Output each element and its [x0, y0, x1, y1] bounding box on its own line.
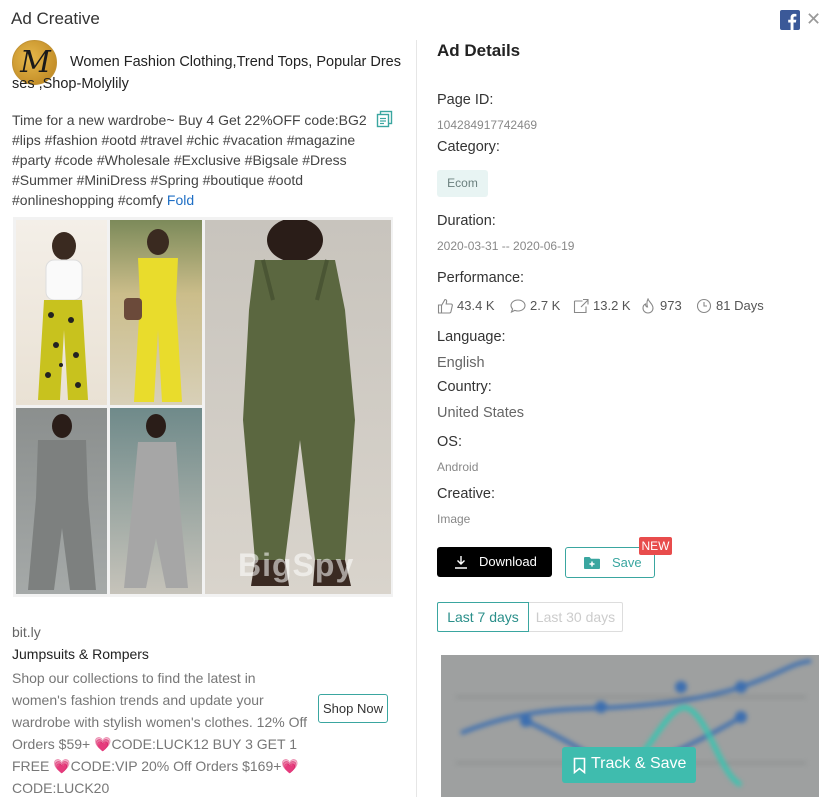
track-and-save-button[interactable]: Track & Save [562, 747, 696, 783]
facebook-icon[interactable] [780, 10, 800, 30]
duration-value: 2020-03-31 -- 2020-06-19 [437, 239, 575, 253]
os-label: OS: [437, 434, 462, 450]
thumbs-up-icon [437, 298, 453, 314]
link-description: Shop our collections to find the latest … [12, 670, 307, 796]
fold-link[interactable]: Fold [167, 192, 194, 208]
creative-value: Image [437, 512, 471, 526]
page-id-label: Page ID: [437, 92, 494, 108]
bigspy-watermark: BigSpy [238, 547, 355, 583]
link-title: Jumpsuits & Rompers [12, 646, 149, 662]
advertiser-name: Women Fashion Clothing,Trend Tops, Popul… [12, 54, 401, 92]
download-icon [455, 556, 467, 569]
country-label: Country: [437, 379, 492, 395]
column-divider [416, 40, 417, 797]
folder-add-icon [584, 557, 600, 569]
product-photo-grey-jumpsuit-1 [16, 408, 107, 594]
page-id-value: 104284917742469 [437, 118, 538, 132]
tab-last-7-days[interactable]: Last 7 days [437, 602, 529, 632]
share-icon [573, 298, 589, 314]
dialog-title: Ad Creative [11, 9, 100, 28]
creative-label: Creative: [437, 486, 496, 502]
close-icon[interactable]: ✕ [806, 9, 821, 29]
shop-now-button[interactable]: Shop Now [318, 694, 388, 723]
duration-label: Duration: [437, 213, 496, 229]
new-badge: NEW [639, 537, 672, 555]
copy-icon[interactable] [376, 110, 394, 128]
performance-label: Performance: [437, 270, 525, 286]
country-value: United States [437, 405, 525, 421]
product-photo-olive-jumpsuit [205, 220, 391, 594]
os-value: Android [437, 460, 479, 474]
flame-icon [642, 298, 654, 314]
product-photo-yellow-jumpsuit [110, 220, 202, 405]
tab-last-30-days[interactable]: Last 30 days [529, 602, 623, 632]
ad-image-collage: BigSpy [13, 217, 393, 597]
clock-icon [696, 298, 712, 314]
ad-text: Time for a new wardrobe~ Buy 4 Get 22%OF… [12, 110, 380, 210]
comment-icon [510, 299, 526, 314]
bookmark-icon [573, 757, 586, 774]
category-label: Category: [437, 139, 500, 155]
product-photo-grey-jumpsuit-2 [110, 408, 202, 594]
language-label: Language: [437, 329, 506, 345]
details-heading: Ad Details [437, 41, 521, 60]
language-value: English [437, 355, 485, 371]
category-tag: Ecom [437, 170, 488, 197]
product-photo-leopard-pants [16, 220, 107, 405]
link-domain: bit.ly [12, 624, 41, 640]
download-button[interactable]: Download [437, 547, 552, 577]
